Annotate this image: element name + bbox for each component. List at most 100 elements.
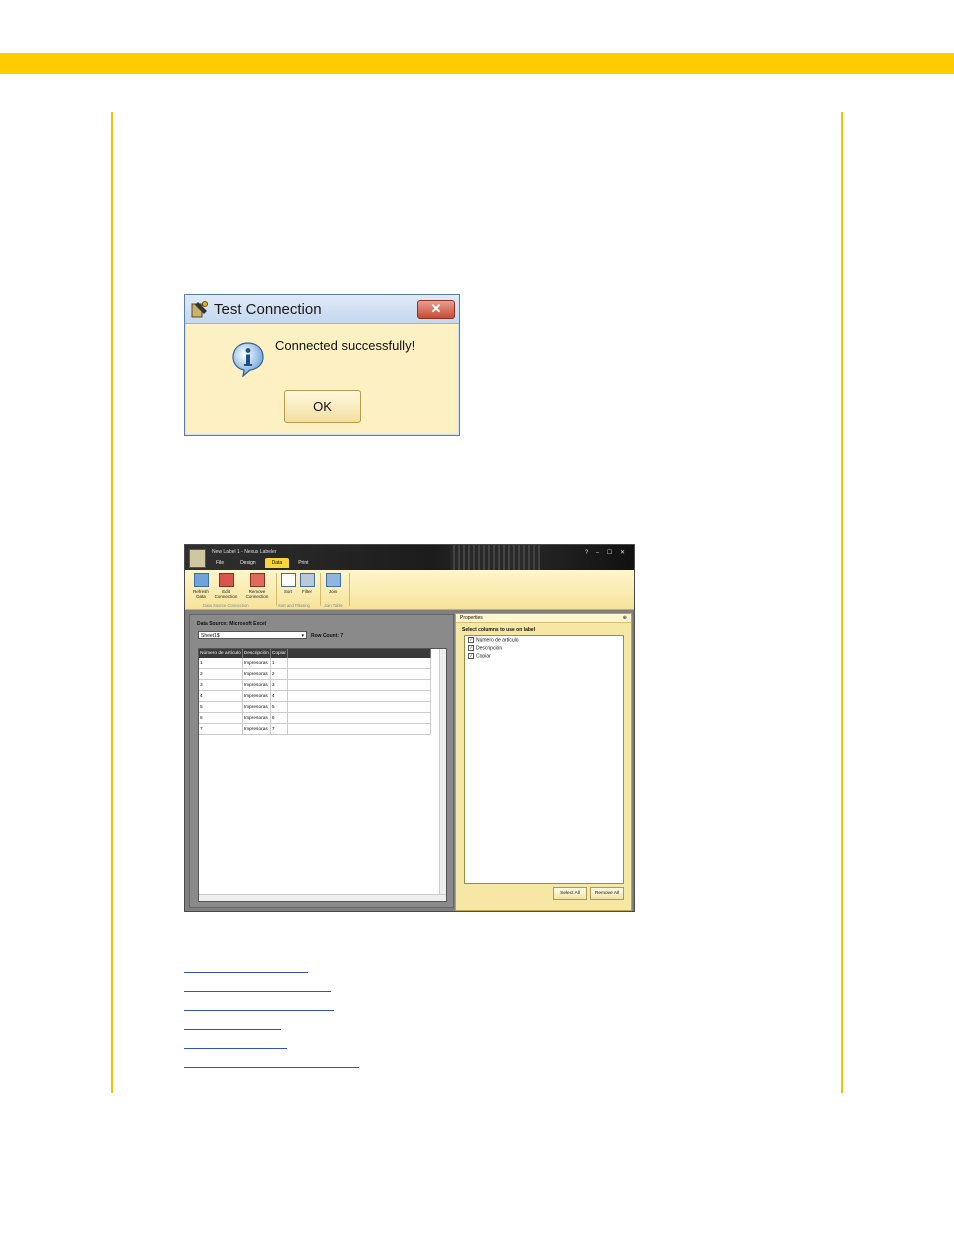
table-cell[interactable]: 5 xyxy=(270,701,289,713)
link[interactable] xyxy=(184,971,308,973)
table-row[interactable]: 5 Impresoras 5 xyxy=(199,701,431,713)
filter-icon xyxy=(299,573,315,587)
column-header[interactable]: Descripción xyxy=(242,649,271,658)
remove-connection-label: Remove Connection xyxy=(245,589,269,599)
table-cell xyxy=(287,723,431,735)
app-title: New Label 1 - Nexus Labeler xyxy=(212,549,277,555)
filter-label: Filter xyxy=(302,589,312,594)
table-row[interactable]: 2 Impresoras 2 xyxy=(199,668,431,680)
column-checkbox[interactable]: ✓ Número de artículo xyxy=(468,637,623,644)
refresh-data-label: Refresh Data xyxy=(193,589,209,599)
table-cell[interactable]: 7 xyxy=(270,723,289,735)
data-grid[interactable]: Número de artículo Descripción Copiar 1I… xyxy=(198,648,447,902)
tab-data[interactable]: Data xyxy=(264,558,290,568)
table-cell[interactable]: 3 xyxy=(199,679,243,691)
column-checkbox[interactable]: ✓ Descripción xyxy=(468,645,623,652)
refresh-icon xyxy=(193,573,209,587)
table-cell[interactable]: Impresoras xyxy=(242,723,271,735)
row-count: Row Count: 7 xyxy=(311,633,344,639)
remove-all-button[interactable]: Remove All xyxy=(590,887,624,900)
column-checkbox-label: Número de artículo xyxy=(476,637,519,644)
join-label: Join xyxy=(328,589,338,594)
tab-design[interactable]: Design xyxy=(233,558,263,568)
table-row[interactable]: 7 Impresoras 7 xyxy=(199,723,431,735)
table-cell[interactable]: 3 xyxy=(270,679,289,691)
group-sort-filtering: Sort and Filtering xyxy=(278,603,310,608)
table-cell[interactable]: 4 xyxy=(199,690,243,702)
table-cell[interactable]: Impresoras xyxy=(242,690,271,702)
properties-subtitle: Select columns to use on label xyxy=(462,627,536,633)
table-cell[interactable]: Impresoras xyxy=(242,712,271,724)
vertical-scrollbar[interactable] xyxy=(439,649,446,901)
column-checkbox[interactable]: ✓ Copiar xyxy=(468,653,623,660)
menu-tabs: File Design Data Print xyxy=(209,558,317,569)
table-cell[interactable]: Impresoras xyxy=(242,658,271,669)
table-cell[interactable]: 4 xyxy=(270,690,289,702)
table-row[interactable]: 4 Impresoras 4 xyxy=(199,690,431,702)
table-cell xyxy=(287,712,431,724)
edit-connection-icon xyxy=(218,573,234,587)
sort-label: Sort xyxy=(283,589,293,594)
checkmark-icon[interactable]: ✓ xyxy=(468,653,474,659)
sheet-select[interactable]: Sheet1$ ▾ xyxy=(198,631,307,639)
table-cell[interactable]: 1 xyxy=(270,658,289,669)
table-row[interactable]: 3 Impresoras 3 xyxy=(199,679,431,691)
refresh-data-button[interactable]: Refresh Data xyxy=(190,573,212,599)
dialog-message: Connected successfully! xyxy=(275,338,416,353)
table-cell[interactable]: 7 xyxy=(199,723,243,735)
ok-button[interactable]: OK xyxy=(284,390,361,423)
filter-button[interactable]: Filter xyxy=(299,573,315,594)
table-cell[interactable]: 6 xyxy=(270,712,289,724)
column-header[interactable]: Número de artículo xyxy=(199,649,243,658)
table-cell[interactable]: 6 xyxy=(199,712,243,724)
close-icon: ✕ xyxy=(430,301,442,316)
table-cell[interactable]: Impresoras xyxy=(242,679,271,691)
table-row[interactable]: 1 Impresoras 1 xyxy=(199,658,431,669)
link[interactable] xyxy=(184,1066,359,1068)
close-button[interactable]: ✕ xyxy=(417,300,455,319)
table-cell xyxy=(287,690,431,702)
properties-header: Properties ⊕ xyxy=(456,614,631,623)
chevron-down-icon: ▾ xyxy=(301,633,304,639)
table-row[interactable]: 6 Impresoras 6 xyxy=(199,712,431,724)
app-logo xyxy=(189,549,206,568)
link[interactable] xyxy=(184,990,331,992)
table-cell xyxy=(287,668,431,680)
table-cell[interactable]: 5 xyxy=(199,701,243,713)
pin-icon[interactable]: ⊕ xyxy=(623,614,627,622)
table-cell xyxy=(287,679,431,691)
edit-connection-button[interactable]: Edit Connection xyxy=(212,573,240,599)
checkmark-icon[interactable]: ✓ xyxy=(468,637,474,643)
tab-print[interactable]: Print xyxy=(291,558,315,568)
header-accent-bar xyxy=(0,53,954,74)
table-cell[interactable]: 1 xyxy=(199,658,243,669)
dialog-titlebar: Test Connection ✕ xyxy=(185,295,459,324)
link-list xyxy=(184,971,359,1085)
select-all-button[interactable]: Select All xyxy=(553,887,587,900)
link[interactable] xyxy=(184,1009,334,1011)
right-margin-rule xyxy=(841,112,843,1093)
data-source-label: Data Source: Microsoft Excel xyxy=(197,621,267,627)
sort-button[interactable]: Sort xyxy=(280,573,296,594)
horizontal-scrollbar[interactable] xyxy=(199,894,446,901)
link[interactable] xyxy=(184,1047,287,1049)
column-header[interactable]: Copiar xyxy=(270,649,289,658)
barcode-decoration xyxy=(450,545,540,570)
tab-file[interactable]: File xyxy=(209,558,231,568)
test-connection-dialog: Test Connection ✕ Connected successfully… xyxy=(184,294,460,436)
group-join-table: Join Table xyxy=(324,603,343,608)
sheet-value: Sheet1$ xyxy=(201,633,220,639)
window-controls[interactable]: ? – ☐ ✕ xyxy=(585,549,628,556)
table-cell[interactable]: Impresoras xyxy=(242,701,271,713)
table-cell[interactable]: Impresoras xyxy=(242,668,271,680)
table-cell[interactable]: 2 xyxy=(270,668,289,680)
join-button[interactable]: Join xyxy=(325,573,341,594)
properties-title: Properties xyxy=(460,615,483,621)
column-header-filler xyxy=(287,649,431,658)
link[interactable] xyxy=(184,1028,281,1030)
table-cell[interactable]: 2 xyxy=(199,668,243,680)
checkmark-icon[interactable]: ✓ xyxy=(468,645,474,651)
join-icon xyxy=(325,573,341,587)
remove-connection-button[interactable]: Remove Connection xyxy=(241,573,273,599)
ribbon: Refresh Data Edit Connection Remove Conn… xyxy=(185,570,634,610)
